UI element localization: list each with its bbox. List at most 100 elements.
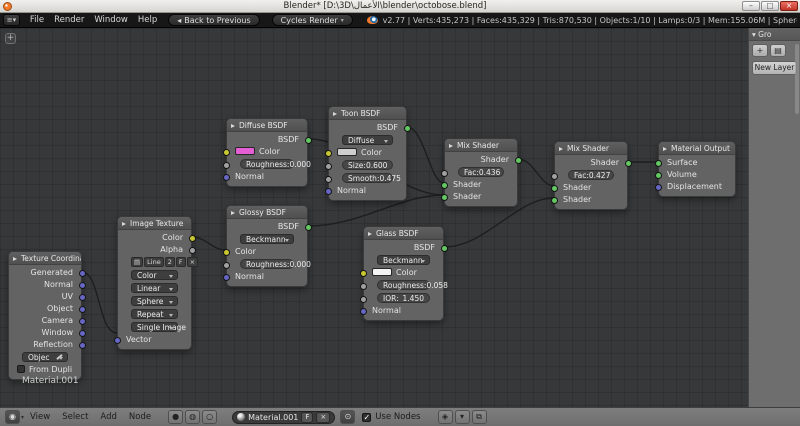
socket-normal-input[interactable]: [222, 173, 230, 181]
node-header[interactable]: Material Output: [659, 142, 735, 155]
socket-normal-input[interactable]: [324, 187, 332, 195]
roughness-slider[interactable]: Roughness: 0.000: [240, 259, 311, 269]
node-mix-shader-1[interactable]: Mix Shader Shader Fac: 0.436 Shader Shade…: [440, 138, 522, 207]
socket-shader-output[interactable]: [624, 159, 632, 167]
node-header[interactable]: Mix Shader: [445, 139, 517, 152]
menu-render[interactable]: Render: [49, 15, 89, 25]
socket-color-input[interactable]: [222, 248, 230, 256]
projection-dropdown[interactable]: Sphere: [131, 296, 178, 306]
distribution-dropdown[interactable]: Beckmann: [377, 255, 430, 265]
socket-color-input[interactable]: [359, 269, 367, 277]
node-header[interactable]: Texture Coordinate: [9, 252, 81, 265]
socket-size-input[interactable]: [324, 162, 332, 170]
object-selector-field[interactable]: Objec: [22, 352, 68, 362]
socket-normal-input[interactable]: [222, 273, 230, 281]
node-header[interactable]: Image Texture: [118, 217, 191, 230]
menu-select[interactable]: Select: [56, 412, 94, 422]
fac-slider[interactable]: Fac: 0.427: [568, 170, 614, 180]
node-image-texture[interactable]: Image Texture Color Alpha ▤ Line 2 F × C…: [113, 216, 199, 350]
roughness-slider[interactable]: Roughness: 0.000: [240, 159, 311, 169]
color-space-dropdown[interactable]: Color: [131, 270, 178, 280]
socket-ior-input[interactable]: [359, 295, 367, 303]
socket-bsdf-output[interactable]: [304, 136, 312, 144]
menu-window[interactable]: Window: [89, 15, 133, 25]
unlink-button[interactable]: ×: [186, 257, 199, 267]
fac-slider[interactable]: Fac: 0.436: [458, 167, 504, 177]
extension-dropdown[interactable]: Repeat: [131, 309, 178, 319]
socket-shader-output[interactable]: [514, 156, 522, 164]
distribution-dropdown[interactable]: Beckmann: [240, 234, 294, 244]
from-dupli-checkbox[interactable]: [17, 365, 25, 373]
socket-color-input[interactable]: [222, 148, 230, 156]
node-header[interactable]: Diffuse BSDF: [227, 119, 307, 132]
maximize-button[interactable]: □: [761, 1, 779, 11]
socket-surface-input[interactable]: [654, 159, 662, 167]
socket-bsdf-output[interactable]: [403, 124, 411, 132]
socket-color-input[interactable]: [324, 149, 332, 157]
copy-node-group-icon[interactable]: ⧉: [471, 410, 487, 424]
node-texture-coordinate[interactable]: Texture Coordinate Generated Normal UV O…: [8, 251, 86, 380]
size-slider[interactable]: Size: 0.600: [342, 160, 393, 170]
image-browse-button[interactable]: ▤: [131, 257, 144, 267]
menu-file[interactable]: File: [25, 15, 49, 25]
smooth-slider[interactable]: Smooth: 0.475: [342, 173, 401, 183]
render-engine-dropdown[interactable]: Cycles Render ▾: [271, 14, 353, 26]
socket-shader-input-2[interactable]: [550, 196, 558, 204]
fake-user-button[interactable]: F: [301, 411, 314, 423]
socket-alpha-output[interactable]: [188, 246, 196, 254]
socket-roughness-input[interactable]: [359, 282, 367, 290]
node-editor-canvas[interactable]: + Texture Coordinate Generated Normal UV…: [0, 28, 748, 407]
socket-smooth-input[interactable]: [324, 175, 332, 183]
minimize-button[interactable]: –: [742, 1, 760, 11]
panel-scrollbar[interactable]: [795, 44, 799, 114]
socket-uv-output[interactable]: [78, 293, 86, 301]
menu-add[interactable]: Add: [94, 412, 122, 422]
node-glass-bsdf[interactable]: Glass BSDF BSDF Beckmann Color Roughness…: [359, 226, 448, 321]
fake-user-button[interactable]: F: [175, 257, 186, 267]
node-header[interactable]: Toon BSDF: [329, 107, 406, 120]
socket-roughness-input[interactable]: [222, 161, 230, 169]
menu-help[interactable]: Help: [133, 15, 162, 25]
socket-vector-input[interactable]: [113, 336, 121, 344]
color-swatch[interactable]: [235, 147, 255, 155]
socket-displacement-input[interactable]: [654, 183, 662, 191]
socket-color-output[interactable]: [188, 234, 196, 242]
socket-fac-input[interactable]: [440, 169, 448, 177]
back-to-previous-button[interactable]: ◂ Back to Previous: [168, 14, 260, 26]
socket-bsdf-output[interactable]: [440, 244, 448, 252]
node-diffuse-bsdf[interactable]: Diffuse BSDF BSDF Color Roughness: 0.000 …: [222, 118, 312, 187]
editor-type-node-icon[interactable]: ◉: [5, 410, 20, 424]
shader-type-lamp-button[interactable]: ○: [202, 410, 218, 424]
roughness-slider[interactable]: Roughness: 0.058: [377, 280, 448, 290]
socket-shader-input-2[interactable]: [440, 193, 448, 201]
region-expand-icon[interactable]: +: [5, 33, 16, 44]
grease-pencil-panel-header[interactable]: ▾ Gro: [749, 28, 800, 41]
close-button[interactable]: ×: [780, 1, 798, 11]
node-glossy-bsdf[interactable]: Glossy BSDF BSDF Beckmann Color Roughnes…: [222, 205, 312, 287]
component-dropdown[interactable]: Diffuse: [342, 135, 393, 145]
gp-data-browse-button[interactable]: ▤: [770, 44, 786, 57]
node-mix-shader-2[interactable]: Mix Shader Shader Fac: 0.427 Shader Shade…: [550, 141, 632, 210]
socket-bsdf-output[interactable]: [304, 223, 312, 231]
socket-generated-output[interactable]: [78, 269, 86, 277]
new-layer-button[interactable]: New Layer: [752, 61, 797, 75]
node-material-output[interactable]: Material Output Surface Volume Displacem…: [654, 141, 736, 197]
unlink-material-button[interactable]: ×: [316, 411, 331, 423]
socket-roughness-input[interactable]: [222, 261, 230, 269]
gp-data-add-button[interactable]: +: [752, 44, 768, 57]
node-header[interactable]: Glass BSDF: [364, 227, 443, 240]
material-name-field[interactable]: Material.001: [248, 413, 298, 422]
editor-type-icon[interactable]: ≡▾: [3, 14, 20, 26]
socket-normal-input[interactable]: [359, 307, 367, 315]
interpolation-dropdown[interactable]: Linear: [131, 283, 178, 293]
color-swatch[interactable]: [337, 148, 357, 156]
snap-mode-dropdown[interactable]: ▾: [454, 410, 470, 424]
ior-slider[interactable]: IOR: 1.450: [377, 293, 430, 303]
shader-type-object-button[interactable]: ●: [168, 410, 184, 424]
pin-icon[interactable]: ⊙: [340, 410, 356, 424]
use-nodes-checkbox[interactable]: ✓: [362, 412, 372, 422]
source-dropdown[interactable]: Single Image: [131, 322, 186, 332]
color-swatch[interactable]: [372, 268, 392, 276]
snap-icon[interactable]: ◈: [437, 410, 453, 424]
use-nodes-toggle[interactable]: ✓ Use Nodes: [362, 412, 421, 422]
